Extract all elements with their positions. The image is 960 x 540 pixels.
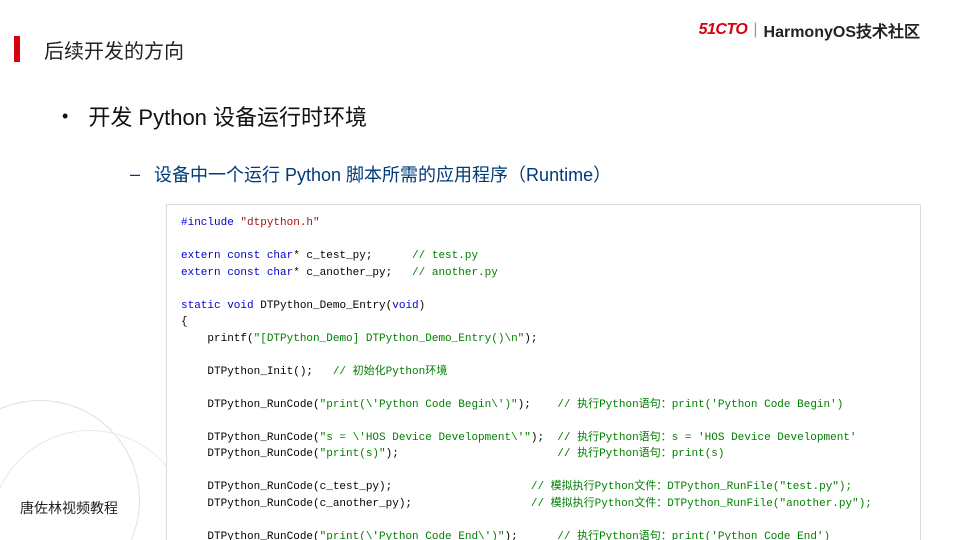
code-text: );	[524, 333, 537, 345]
code-text: );	[504, 531, 557, 540]
code-text: );	[386, 448, 558, 460]
code-keyword: void	[392, 300, 418, 312]
code-text: );	[518, 399, 558, 411]
code-comment: // another.py	[412, 267, 498, 279]
bullet-dot-icon: •	[62, 106, 68, 127]
code-keyword: static void	[181, 300, 254, 312]
brand-logo: 51CTO	[699, 21, 748, 39]
code-text: );	[531, 432, 557, 444]
bullet-2-text: 设备中一个运行 Python 脚本所需的应用程序（Runtime）	[154, 161, 611, 187]
code-text: {	[181, 316, 188, 328]
code-text: DTPython_RunCode(	[181, 448, 320, 460]
code-string: "print(\'Python Code End\')"	[320, 531, 505, 540]
bullet-level-2: – 设备中一个运行 Python 脚本所需的应用程序（Runtime）	[130, 161, 611, 187]
code-text: DTPython_Init();	[181, 366, 333, 378]
code-comment: // 执行Python语句：print('Python Code Begin')	[557, 399, 843, 411]
code-string: "print(s)"	[320, 448, 386, 460]
code-keyword: #include	[181, 217, 234, 229]
code-string: "[DTPython_Demo] DTPython_Demo_Entry()\n…	[254, 333, 525, 345]
code-comment: // 模拟执行Python文件：DTPython_RunFile("anothe…	[531, 498, 872, 510]
bullet-dash-icon: –	[130, 164, 140, 185]
code-text: * c_another_py;	[293, 267, 412, 279]
header-brand: 51CTO | HarmonyOS技术社区	[699, 18, 920, 42]
code-string: "print(\'Python Code Begin\')"	[320, 399, 518, 411]
code-text: DTPython_Demo_Entry(	[254, 300, 393, 312]
brand-text: HarmonyOS技术社区	[764, 18, 920, 42]
code-text: DTPython_RunCode(c_test_py);	[181, 481, 531, 493]
code-text: DTPython_RunCode(	[181, 399, 320, 411]
code-text: DTPython_RunCode(c_another_py);	[181, 498, 531, 510]
code-include: "dtpython.h"	[234, 217, 320, 229]
code-block: #include "dtpython.h" extern const char*…	[166, 204, 921, 540]
code-comment: // test.py	[412, 250, 478, 262]
slide-title: 后续开发的方向	[44, 35, 184, 64]
title-accent-bar	[14, 36, 20, 62]
code-text: printf(	[181, 333, 254, 345]
code-keyword: extern const char	[181, 250, 293, 262]
code-comment: // 执行Python语句：print(s)	[557, 448, 724, 460]
bullet-1-text: 开发 Python 设备运行时环境	[88, 100, 367, 132]
code-comment: // 执行Python语句：print('Python Code End')	[557, 531, 830, 540]
bullet-level-1: • 开发 Python 设备运行时环境	[62, 100, 367, 132]
code-keyword: extern const char	[181, 267, 293, 279]
code-text: )	[419, 300, 426, 312]
code-text: DTPython_RunCode(	[181, 531, 320, 540]
code-text: DTPython_RunCode(	[181, 432, 320, 444]
slide: 51CTO | HarmonyOS技术社区 后续开发的方向 • 开发 Pytho…	[0, 0, 960, 540]
code-comment: // 初始化Python环境	[333, 366, 447, 378]
code-comment: // 执行Python语句：s = 'HOS Device Developmen…	[557, 432, 856, 444]
brand-divider: |	[753, 21, 757, 39]
code-string: "s = \'HOS Device Development\'"	[320, 432, 531, 444]
code-text: * c_test_py;	[293, 250, 412, 262]
code-comment: // 模拟执行Python文件：DTPython_RunFile("test.p…	[531, 481, 852, 493]
footer-text: 唐佐林视频教程	[20, 498, 118, 518]
